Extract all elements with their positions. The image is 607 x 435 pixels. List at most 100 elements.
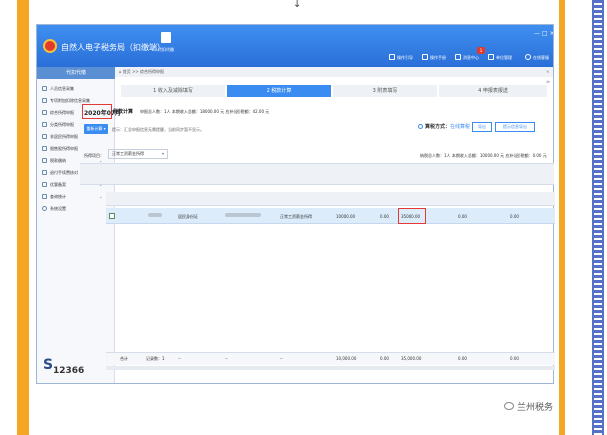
row-name [148, 213, 162, 218]
query-icon [42, 194, 47, 199]
emblem-icon [43, 39, 57, 53]
tip-text: 提示：汇总申报信息无需提醒，当前同步暂不显示。 [112, 127, 204, 132]
down-arrow-icon: ↓ [293, 0, 302, 10]
decorative-chain [592, 0, 604, 435]
row-license-type: 居民身份证 [178, 214, 198, 219]
online-service-button[interactable]: 在线客服 [525, 54, 549, 61]
message-label: 消息中心 [463, 55, 479, 60]
recalculate-button[interactable]: 重新计算 ▾ [84, 124, 108, 134]
right-summary: 纳税总人数：1人 本期收入总额：10000.00 元 应补(退)税额：0.00 … [420, 153, 547, 158]
payment-icon [42, 158, 47, 163]
gear-icon [42, 206, 47, 211]
row-income-item: 正常工资薪金所得 [280, 214, 312, 219]
sidebar-item-label: 查询统计 [50, 194, 66, 199]
table-row[interactable] [106, 208, 555, 224]
chevron-down-icon: ⌄ [99, 194, 103, 199]
left-border-bar [17, 0, 29, 435]
sidebar-item-classified[interactable]: 分类所得申报 [42, 122, 74, 128]
refund-icon [42, 170, 47, 175]
filter-label: 所得项目： [84, 153, 104, 158]
unit-icon [488, 54, 494, 60]
sidebar-item-label: 优惠备案 [50, 182, 66, 187]
sidebar-item-query[interactable]: 查询统计 [42, 194, 66, 200]
home-button[interactable]: 代扣代缴 [153, 32, 179, 62]
export-tips-button[interactable]: 提示信息导出 [495, 122, 535, 132]
step-attachment[interactable]: 3 附表填写 [333, 85, 437, 97]
sidebar-item-label: 非居民所得申报 [50, 134, 78, 139]
sidebar-item-label: 系统设置 [50, 206, 66, 211]
footer-donation: 0.00 [510, 356, 519, 361]
sidebar-item-comprehensive[interactable]: 综合所得申报 [42, 110, 74, 116]
footer-dash-3: -- [280, 356, 283, 361]
deduction-highlight [398, 208, 426, 224]
guide-button[interactable]: 操作引导 [389, 54, 413, 61]
sidebar-item-restricted-stock[interactable]: 限售股所得申报 [42, 146, 78, 152]
sidebar-item-tax-payment[interactable]: 税款缴纳 [42, 158, 66, 164]
breadcrumb-close[interactable]: × ≫ [546, 67, 553, 87]
sidebar-item-label: 分类所得申报 [50, 122, 74, 127]
hotline-logo-icon: S [43, 357, 54, 373]
info-icon [418, 124, 423, 129]
message-center-button[interactable]: 消息中心 [455, 54, 479, 61]
unit-label: 单位管理 [496, 55, 512, 60]
footer-taxfree: 0.00 [380, 356, 389, 361]
sidebar-item-label: 税款缴纳 [50, 158, 66, 163]
sidebar-header: 代扣代缴 [37, 67, 115, 79]
masked-id [225, 213, 261, 217]
table-footer [106, 352, 555, 365]
step-income[interactable]: 1 收入及减除填写 [121, 85, 225, 97]
tax-method-value[interactable]: 在线算税 [450, 124, 470, 130]
row-license-no [225, 213, 261, 218]
app-title: 自然人电子税务局（扣缴端） [61, 43, 165, 52]
footer-deduction: 35,000.00 [401, 356, 422, 361]
sidebar-item-person-info[interactable]: 人员信息采集 [42, 86, 74, 92]
sidebar-item-refund-fee[interactable]: 退付手续费核对 [42, 170, 78, 176]
row-checkbox[interactable] [109, 213, 115, 219]
footer-special: 0.00 [458, 356, 467, 361]
row-cum-special: 0.00 [458, 214, 467, 219]
service-label: 在线客服 [533, 55, 549, 60]
tax-method-label: 算税方式： [425, 124, 451, 130]
sidebar-item-label: 退付手续费核对 [50, 170, 78, 175]
row-cum-donation: 0.00 [510, 214, 519, 219]
hotline-number: 12366 [53, 366, 85, 376]
guide-icon [389, 54, 395, 60]
home-label: 代扣代缴 [158, 47, 174, 52]
classified-icon [42, 122, 47, 127]
manual-button[interactable]: 操作手册 [422, 54, 446, 61]
breadcrumb[interactable]: ⌂ 首页 >> 综合所得申报 [115, 67, 553, 77]
right-border-bar [559, 0, 565, 435]
row-cum-taxfree: 0.00 [380, 214, 389, 219]
footer-income: 10,000.00 [336, 356, 357, 361]
sidebar-item-nonresident[interactable]: 非居民所得申报 [42, 134, 78, 140]
report-icon [42, 110, 47, 115]
sidebar-item-label: 专项附加扣除信息采集 [50, 98, 90, 103]
manual-label: 操作手册 [430, 55, 446, 60]
unit-manage-button[interactable]: 单位管理 [488, 54, 512, 61]
footer-dash-2: -- [225, 356, 228, 361]
step-tax-calc[interactable]: 2 税款计算 [227, 85, 331, 97]
watermark: 兰州税务 [504, 400, 553, 413]
step-submit[interactable]: 4 申报表报送 [439, 85, 547, 97]
sidebar-item-settings[interactable]: 系统设置 [42, 206, 66, 212]
window-controls[interactable]: — □ × [534, 30, 553, 37]
nonresident-icon [42, 134, 47, 139]
export-button[interactable]: 导出 [472, 122, 492, 132]
footer-count: 记录数：1 [146, 356, 165, 361]
preferential-icon [42, 182, 47, 187]
message-badge: 1 [477, 47, 485, 54]
wechat-icon [504, 402, 514, 410]
period-summary: 申报总人数：1人 本期收入总额：18000.00 元 应补(退)税额：42.00… [140, 109, 270, 114]
horizontal-scrollbar[interactable] [106, 366, 555, 370]
home-icon [161, 32, 171, 43]
sidebar-item-preferential[interactable]: 优惠备案 [42, 182, 66, 188]
manual-icon [422, 54, 428, 60]
footer-dash-1: -- [178, 356, 181, 361]
masked-name [148, 213, 162, 217]
income-item-select[interactable]: 正常工资薪金所得 [108, 149, 168, 159]
footer-total-label: 合计 [120, 356, 128, 361]
table-header-bg [106, 192, 555, 206]
row-cum-income: 10000.00 [336, 214, 356, 219]
service-icon [525, 54, 531, 60]
stock-icon [42, 146, 47, 151]
